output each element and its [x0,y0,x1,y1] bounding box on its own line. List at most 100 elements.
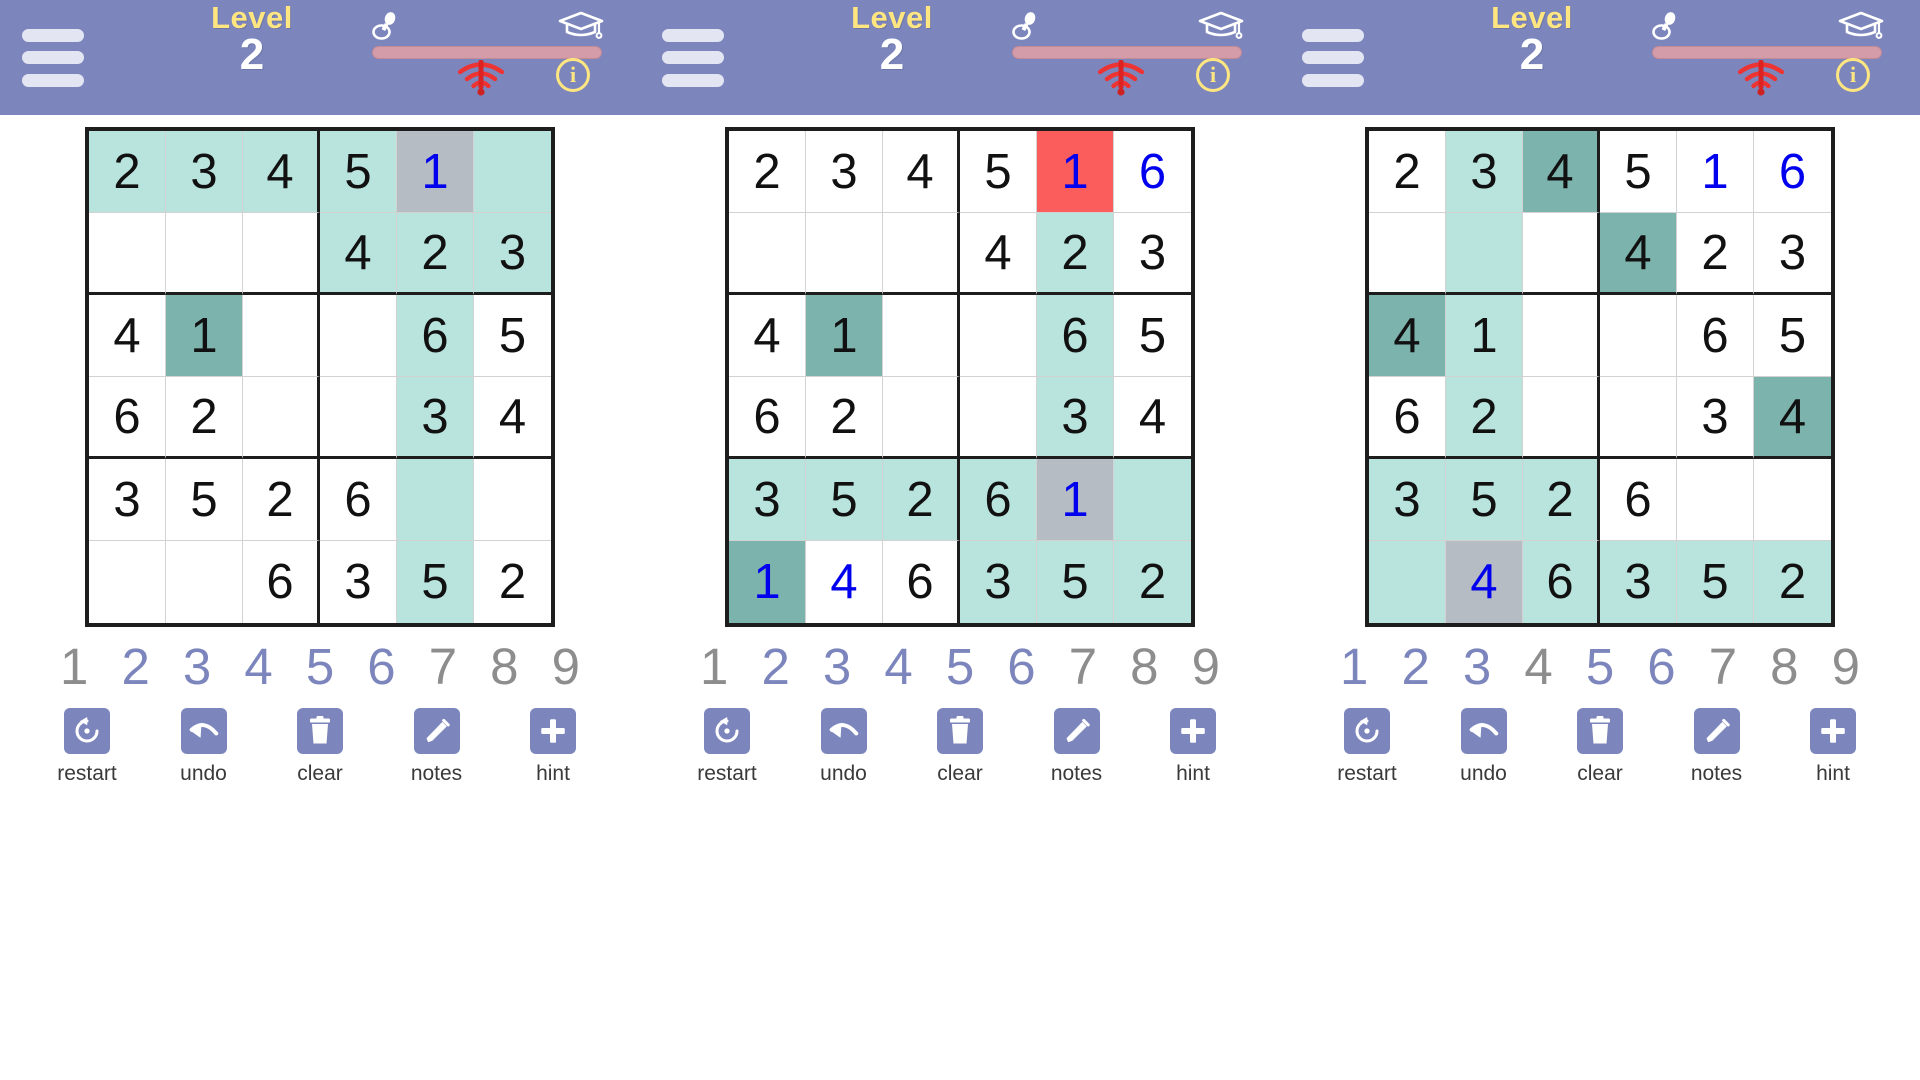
sudoku-cell-r4c5[interactable]: 3 [397,377,474,459]
difficulty-slider[interactable] [372,46,602,59]
hamburger-menu-icon[interactable] [662,28,724,87]
sudoku-cell-r5c6[interactable] [1114,459,1191,541]
sudoku-cell-r1c6[interactable]: 6 [1754,131,1831,213]
sudoku-cell-r3c6[interactable]: 5 [1754,295,1831,377]
sudoku-cell-r2c2[interactable] [1446,213,1523,295]
sudoku-cell-r2c2[interactable] [806,213,883,295]
sudoku-cell-r1c1[interactable]: 2 [89,131,166,213]
sudoku-grid[interactable]: 23451642341656234352646352 [1365,127,1835,627]
numpad-key-1[interactable]: 1 [1340,641,1368,692]
sudoku-cell-r3c2[interactable]: 1 [1446,295,1523,377]
toolbar-item-restart[interactable]: restart [1320,708,1414,786]
sudoku-cell-r3c2[interactable]: 1 [806,295,883,377]
sudoku-cell-r1c1[interactable]: 2 [729,131,806,213]
plus-icon[interactable] [1170,708,1216,754]
sudoku-cell-r6c6[interactable]: 2 [1114,541,1191,623]
sudoku-cell-r5c2[interactable]: 5 [806,459,883,541]
sudoku-cell-r2c5[interactable]: 2 [397,213,474,295]
sudoku-cell-r5c4[interactable]: 6 [1600,459,1677,541]
sudoku-cell-r1c3[interactable]: 4 [883,131,960,213]
sudoku-cell-r1c4[interactable]: 5 [320,131,397,213]
sudoku-cell-r2c3[interactable] [1523,213,1600,295]
sudoku-cell-r1c4[interactable]: 5 [960,131,1037,213]
sudoku-cell-r5c4[interactable]: 6 [320,459,397,541]
trash-icon[interactable] [937,708,983,754]
sudoku-cell-r5c3[interactable]: 2 [243,459,320,541]
sudoku-cell-r4c6[interactable]: 4 [474,377,551,459]
sudoku-cell-r6c4[interactable]: 3 [320,541,397,623]
sudoku-cell-r4c6[interactable]: 4 [1114,377,1191,459]
numpad-key-4[interactable]: 4 [244,641,272,692]
toolbar-item-notes[interactable]: notes [390,708,484,786]
sudoku-cell-r2c4[interactable]: 4 [320,213,397,295]
sudoku-cell-r6c2[interactable]: 4 [1446,541,1523,623]
sudoku-cell-r1c5[interactable]: 1 [1037,131,1114,213]
sudoku-cell-r5c1[interactable]: 3 [729,459,806,541]
sudoku-cell-r2c2[interactable] [166,213,243,295]
numpad-key-5[interactable]: 5 [306,641,334,692]
sudoku-cell-r3c3[interactable] [1523,295,1600,377]
restart-icon[interactable] [704,708,750,754]
toolbar-item-notes[interactable]: notes [1670,708,1764,786]
sudoku-cell-r6c5[interactable]: 5 [397,541,474,623]
numpad-key-8[interactable]: 8 [490,641,518,692]
sudoku-cell-r1c4[interactable]: 5 [1600,131,1677,213]
undo-icon[interactable] [1460,708,1507,754]
numpad-key-6[interactable]: 6 [367,641,395,692]
sudoku-cell-r1c5[interactable]: 1 [397,131,474,213]
numpad-key-2[interactable]: 2 [121,641,149,692]
sudoku-cell-r4c1[interactable]: 6 [89,377,166,459]
restart-icon[interactable] [64,708,110,754]
trash-icon[interactable] [297,708,343,754]
sudoku-cell-r4c2[interactable]: 2 [806,377,883,459]
toolbar-item-clear[interactable]: clear [1553,708,1647,786]
toolbar-item-undo[interactable]: undo [1437,708,1531,786]
sudoku-cell-r5c6[interactable] [474,459,551,541]
sudoku-cell-r4c3[interactable] [883,377,960,459]
numpad-key-4[interactable]: 4 [884,641,912,692]
sudoku-cell-r4c4[interactable] [320,377,397,459]
sudoku-cell-r2c6[interactable]: 3 [474,213,551,295]
sudoku-cell-r6c4[interactable]: 3 [960,541,1037,623]
sudoku-cell-r2c3[interactable] [243,213,320,295]
sudoku-cell-r5c6[interactable] [1754,459,1831,541]
sudoku-cell-r4c3[interactable] [1523,377,1600,459]
sudoku-cell-r4c6[interactable]: 4 [1754,377,1831,459]
restart-icon[interactable] [1344,708,1390,754]
sudoku-cell-r4c3[interactable] [243,377,320,459]
numpad-key-6[interactable]: 6 [1647,641,1675,692]
sudoku-cell-r4c2[interactable]: 2 [166,377,243,459]
numpad-key-9[interactable]: 9 [1832,641,1860,692]
info-icon[interactable]: i [1836,58,1870,92]
undo-icon[interactable] [820,708,867,754]
sudoku-cell-r5c2[interactable]: 5 [166,459,243,541]
numpad-key-8[interactable]: 8 [1130,641,1158,692]
info-icon[interactable]: i [556,58,590,92]
numpad-key-7[interactable]: 7 [429,641,457,692]
sudoku-cell-r6c6[interactable]: 2 [1754,541,1831,623]
numpad-key-4[interactable]: 4 [1524,641,1552,692]
sudoku-cell-r6c2[interactable] [166,541,243,623]
numpad-key-5[interactable]: 5 [1586,641,1614,692]
sudoku-cell-r3c6[interactable]: 5 [474,295,551,377]
sudoku-cell-r3c1[interactable]: 4 [1369,295,1446,377]
sudoku-cell-r3c4[interactable] [1600,295,1677,377]
numpad-key-9[interactable]: 9 [552,641,580,692]
numpad-key-7[interactable]: 7 [1069,641,1097,692]
sudoku-cell-r2c1[interactable] [1369,213,1446,295]
sudoku-cell-r6c2[interactable]: 4 [806,541,883,623]
toolbar-item-restart[interactable]: restart [40,708,134,786]
toolbar-item-clear[interactable]: clear [273,708,367,786]
sudoku-cell-r2c4[interactable]: 4 [1600,213,1677,295]
sudoku-cell-r6c5[interactable]: 5 [1677,541,1754,623]
sudoku-cell-r2c5[interactable]: 2 [1037,213,1114,295]
sudoku-cell-r1c2[interactable]: 3 [806,131,883,213]
toolbar-item-hint[interactable]: hint [1786,708,1880,786]
sudoku-cell-r4c4[interactable] [960,377,1037,459]
difficulty-slider[interactable] [1652,46,1882,59]
toolbar-item-undo[interactable]: undo [797,708,891,786]
toolbar-item-restart[interactable]: restart [680,708,774,786]
sudoku-cell-r2c4[interactable]: 4 [960,213,1037,295]
sudoku-cell-r6c3[interactable]: 6 [1523,541,1600,623]
sudoku-cell-r6c1[interactable] [1369,541,1446,623]
